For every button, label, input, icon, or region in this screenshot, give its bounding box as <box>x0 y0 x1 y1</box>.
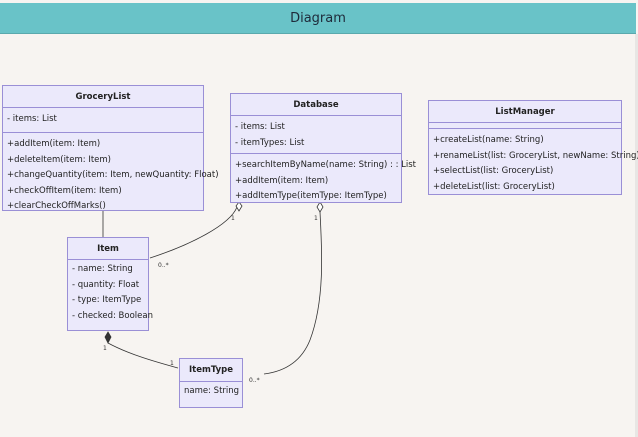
attribute: - name: String <box>72 264 133 274</box>
class-item-name: Item <box>68 238 148 260</box>
attribute: - itemTypes: List <box>235 137 305 148</box>
class-listmanager-name: ListManager <box>429 101 621 123</box>
method: +clearCheckOffMarks() <box>7 201 106 211</box>
class-grocerylist[interactable]: GroceryList - items: List +addItem(item:… <box>2 85 219 211</box>
method: +checkOffItem(item: Item) <box>7 185 122 196</box>
class-itemtype-name: ItemType <box>180 359 242 382</box>
composition-diamond-item-itemtype <box>104 331 112 344</box>
method: +addItem(item: Item) <box>7 139 101 149</box>
class-itemtype-attributes: name: String <box>180 382 242 402</box>
class-grocerylist-name: GroceryList <box>3 86 203 108</box>
class-item[interactable]: Item - name: String - quantity: Float - … <box>67 237 153 331</box>
method: +addItemType(itemType: ItemType) <box>235 191 387 201</box>
attribute: name: String <box>184 386 240 396</box>
method: +changeQuantity(item: Item, newQuantity:… <box>7 170 219 180</box>
attribute: - items: List <box>235 122 285 132</box>
class-listmanager-methods: +createList(name: String) +renameList(li… <box>429 129 638 197</box>
method: +searchItemByName(name: String) : : List <box>235 160 417 170</box>
attribute: - items: List <box>7 114 57 124</box>
class-database-methods: +searchItemByName(name: String) : : List… <box>231 154 417 207</box>
class-database[interactable]: Database - items: List - itemTypes: List… <box>230 93 416 203</box>
method: +createList(name: String) <box>433 135 544 145</box>
mult-db-types-target: 0..* <box>249 377 260 384</box>
class-grocerylist-methods: +addItem(item: Item) +deleteItem(item: I… <box>3 133 219 217</box>
method: +renameList(list: GroceryList, newName: … <box>433 150 638 161</box>
class-itemtype[interactable]: ItemType name: String <box>179 358 243 408</box>
mult-composition-source: 1 <box>103 345 107 352</box>
mult-composition-target: 1 <box>170 360 174 367</box>
edge-database-itemtype <box>263 211 323 375</box>
class-grocerylist-attributes: - items: List <box>3 108 203 133</box>
class-database-attributes: - items: List - itemTypes: List <box>231 116 401 154</box>
attribute: - quantity: Float <box>72 279 140 290</box>
mult-db-types-source: 1 <box>314 215 318 222</box>
class-database-name: Database <box>231 94 401 116</box>
attribute: - type: ItemType <box>72 295 142 305</box>
class-listmanager[interactable]: ListManager +createList(name: String) +r… <box>428 100 638 197</box>
method: +addItem(item: Item) <box>235 175 329 186</box>
method: +deleteItem(item: Item) <box>7 154 112 165</box>
edge-item-itemtype <box>107 342 179 369</box>
method: +deleteList(list: GroceryList) <box>433 181 555 192</box>
class-item-attributes: - name: String - quantity: Float - type:… <box>68 260 153 326</box>
mult-db-items-source: 1 <box>231 215 235 222</box>
method: +selectList(list: GroceryList) <box>433 166 554 176</box>
mult-db-items-target: 0..* <box>158 262 169 269</box>
attribute: - checked: Boolean <box>72 310 153 321</box>
relationship-edges: 1 0..* 1 0..* 1 1 <box>0 199 324 384</box>
